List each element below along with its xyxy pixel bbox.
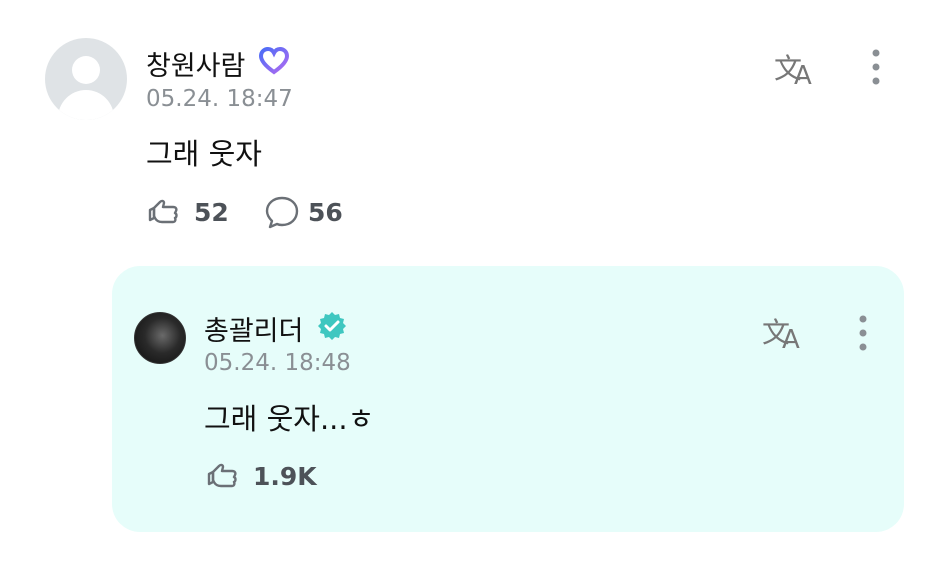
like-hand-icon xyxy=(148,199,178,224)
comment-count: 56 xyxy=(308,198,343,227)
reply-content: 그래 웃자...ㅎ xyxy=(204,402,375,436)
avatar-body xyxy=(58,90,114,120)
more-options-icon[interactable] xyxy=(868,48,884,88)
reply-like-count: 1.9K xyxy=(253,462,317,491)
svg-text:A: A xyxy=(782,325,800,352)
translate-icon[interactable]: 文 A xyxy=(772,48,820,88)
reply-author-avatar[interactable] xyxy=(134,312,186,364)
post-date: 05.24. 18:47 xyxy=(146,86,293,112)
author-name[interactable]: 창원사람 xyxy=(146,44,245,83)
reply-author-name[interactable]: 총괄리더 xyxy=(204,309,303,348)
like-hand-icon xyxy=(207,463,237,488)
heart-badge-icon xyxy=(258,46,290,76)
reply-date: 05.24. 18:48 xyxy=(204,350,351,376)
comment-button[interactable] xyxy=(264,194,300,234)
svg-text:A: A xyxy=(794,61,812,88)
like-button[interactable] xyxy=(146,194,186,234)
reply-translate-icon[interactable]: 文 A xyxy=(760,312,808,352)
comment-bubble-icon xyxy=(265,196,299,229)
post-content: 그래 웃자 xyxy=(146,137,262,171)
reply-like-button[interactable] xyxy=(205,458,245,498)
verified-badge-icon xyxy=(316,310,348,346)
author-avatar[interactable] xyxy=(45,38,127,120)
like-count: 52 xyxy=(194,198,229,227)
reply-more-options-icon[interactable] xyxy=(855,314,871,354)
avatar-head xyxy=(72,56,100,84)
